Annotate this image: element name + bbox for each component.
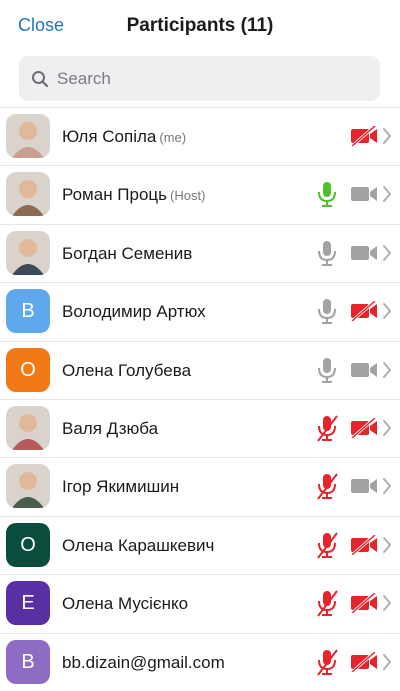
participant-row[interactable]: Е Олена Мусієнко: [0, 574, 400, 632]
participant-name-container: Олена Карашкевич: [62, 536, 214, 556]
avatar: [6, 172, 50, 217]
participant-row[interactable]: О Олена Голубева: [0, 340, 400, 399]
muted-microphone-icon: [316, 648, 338, 676]
chevron-right-icon[interactable]: [381, 651, 393, 673]
participant-row[interactable]: Богдан Семенив: [0, 223, 400, 282]
participant-name-container: Олена Голубева: [62, 361, 191, 381]
participant-name: bb.dizain@gmail.com: [62, 652, 225, 672]
microphone-icon: [316, 356, 338, 384]
participant-name: Богдан Семенив: [62, 243, 193, 263]
microphone-icon: [316, 180, 338, 208]
participant-name-container: Богдан Семенив: [62, 244, 192, 264]
avatar: [6, 405, 50, 450]
participant-name: Ігор Якимишин: [62, 477, 180, 497]
video-off-icon: [350, 591, 378, 615]
avatar: [6, 114, 50, 158]
avatar: [6, 464, 50, 509]
participant-row[interactable]: Юля Сопіла (me): [0, 107, 400, 165]
participants-list: Юля Сопіла (me) Роман Проць (Host) Богдан Се…: [0, 107, 400, 691]
video-camera-icon: [350, 184, 378, 204]
participant-name: Олена Мусієнко: [62, 594, 189, 614]
participant-name-container: Олена Мусієнко: [62, 594, 188, 614]
video-off-icon: [350, 124, 378, 148]
chevron-right-icon[interactable]: [381, 183, 393, 205]
avatar: В: [6, 289, 50, 334]
participant-row[interactable]: Роман Проць (Host): [0, 165, 400, 223]
avatar: О: [6, 347, 50, 392]
participant-row[interactable]: Валя Дзюба: [0, 398, 400, 457]
avatar: B: [6, 639, 50, 684]
avatar: О: [6, 522, 50, 567]
chevron-right-icon[interactable]: [381, 592, 393, 614]
chevron-right-icon[interactable]: [381, 300, 393, 322]
participant-row[interactable]: Bbb.dizain@gmail.com: [0, 632, 400, 691]
chevron-right-icon[interactable]: [381, 534, 393, 556]
video-off-icon: [350, 533, 378, 556]
video-camera-icon: [350, 476, 378, 496]
muted-microphone-icon: [316, 472, 338, 500]
participant-name-container: Роман Проць (Host): [62, 185, 205, 205]
chevron-right-icon[interactable]: [381, 359, 393, 381]
close-button[interactable]: Close: [18, 15, 64, 36]
search-input[interactable]: [57, 56, 367, 101]
chevron-right-icon[interactable]: [381, 125, 393, 147]
avatar: [6, 230, 50, 275]
navigation-header: Close Participants (11): [0, 0, 400, 52]
search-bar[interactable]: [19, 56, 380, 101]
participant-name: Роман Проць: [62, 185, 168, 205]
video-camera-icon: [350, 243, 378, 263]
participant-name-container: Володимир Артюх: [62, 302, 206, 322]
participant-name: Олена Карашкевич: [62, 535, 215, 555]
participant-row[interactable]: О Олена Карашкевич: [0, 515, 400, 574]
participant-role-tag: (Host): [170, 188, 206, 204]
muted-microphone-icon: [316, 414, 338, 442]
video-camera-icon: [350, 360, 378, 380]
participant-name: Юля Сопіла: [62, 127, 157, 146]
participant-role-tag: (me): [159, 130, 187, 145]
muted-microphone-icon: [316, 589, 338, 617]
microphone-icon: [316, 297, 338, 325]
participant-name-container: Валя Дзюба: [62, 419, 158, 439]
video-off-icon: [350, 300, 378, 323]
muted-microphone-icon: [316, 531, 338, 559]
chevron-right-icon[interactable]: [381, 417, 393, 439]
avatar: Е: [6, 581, 50, 626]
chevron-right-icon[interactable]: [381, 475, 393, 497]
participant-name: Олена Голубева: [62, 360, 192, 380]
participant-name-container: Ігор Якимишин: [62, 477, 179, 497]
microphone-icon: [316, 239, 338, 267]
video-off-icon: [350, 650, 378, 673]
video-off-icon: [350, 416, 378, 440]
participant-name-container: bb.dizain@gmail.com: [62, 653, 225, 673]
participant-name-container: Юля Сопіла (me): [62, 127, 186, 147]
participant-row[interactable]: Ігор Якимишин: [0, 457, 400, 515]
search-icon: [32, 71, 49, 88]
participant-name: Валя Дзюба: [62, 418, 159, 438]
participant-name: Володимир Артюх: [62, 302, 206, 322]
chevron-right-icon[interactable]: [381, 242, 393, 264]
participant-row[interactable]: В Володимир Артюх: [0, 282, 400, 340]
